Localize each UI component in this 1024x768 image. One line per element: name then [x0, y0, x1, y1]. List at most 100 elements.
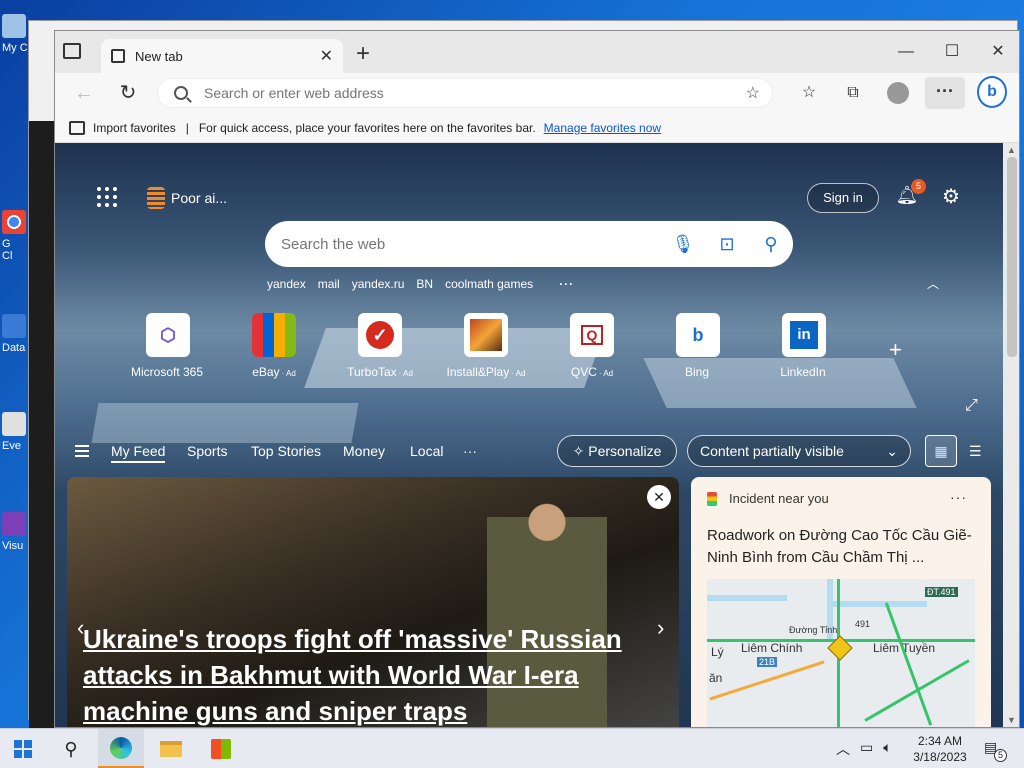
action-center-button[interactable]: ▤ 5 — [984, 739, 1007, 762]
personalize-button[interactable]: ✧ Personalize — [557, 435, 677, 467]
suggestion-item[interactable]: coolmath games — [445, 277, 533, 291]
back-button[interactable]: ← — [69, 79, 99, 107]
hero-news-card[interactable]: Ukraine's troops fight off 'massive' Rus… — [67, 477, 679, 727]
desktop-icon-label: Eve — [2, 440, 21, 452]
title-bar: New tab ✕ + — ☐ ✕ — [55, 31, 1019, 73]
quick-link-qvc[interactable]: Q QVC · Ad — [539, 313, 645, 379]
address-bar[interactable]: ☆ — [157, 78, 773, 108]
quick-link-bing[interactable]: b Bing — [645, 313, 751, 379]
hero-news-headline[interactable]: Ukraine's troops fight off 'massive' Rus… — [83, 621, 643, 727]
favorites-bar-message: For quick access, place your favorites h… — [198, 120, 536, 135]
quick-link-install-play[interactable]: Install&Play · Ad — [433, 313, 539, 379]
volume-icon[interactable]: 🔈︎ — [883, 739, 891, 759]
map-label: 21B — [757, 657, 778, 667]
page-settings-gear-icon[interactable]: ⚙ — [939, 185, 963, 209]
tab-title: New tab — [135, 48, 183, 64]
taskbar-search-icon[interactable]: ⚲ — [48, 729, 94, 768]
tab-money[interactable]: Money — [343, 443, 385, 459]
grid-layout-button[interactable]: ▦ — [925, 435, 957, 467]
web-search-input[interactable] — [281, 235, 661, 253]
taskbar-store-button[interactable] — [198, 729, 244, 768]
qvc-icon: Q — [570, 313, 614, 357]
carousel-prev-icon[interactable]: ‹ — [77, 615, 84, 641]
taskbar-file-explorer-button[interactable] — [148, 729, 194, 768]
weather-widget[interactable]: Poor ai... — [147, 187, 227, 209]
suggestion-item[interactable]: BN — [416, 277, 433, 291]
event-icon — [2, 412, 26, 436]
tab-close-icon[interactable]: ✕ — [320, 46, 333, 66]
taskbar-edge-button[interactable] — [98, 729, 144, 768]
tab-actions-button[interactable] — [63, 43, 83, 61]
content-visibility-value: Content partially visible — [700, 443, 844, 459]
favorites-button[interactable]: ☆ — [795, 81, 823, 105]
chrome-icon — [2, 210, 26, 234]
desktop-icon-label: Data — [2, 342, 26, 354]
suggestion-item[interactable]: yandex.ru — [352, 277, 405, 291]
scroll-down-icon[interactable]: ▼ — [1007, 715, 1016, 725]
minimize-button[interactable]: — — [883, 39, 929, 65]
scrollbar-thumb[interactable] — [1007, 157, 1017, 357]
quick-link-turbotax[interactable]: ✓ TurboTax · Ad — [327, 313, 433, 379]
tab-sports[interactable]: Sports — [187, 443, 227, 459]
add-quick-link-plus-icon[interactable]: + — [889, 337, 902, 363]
new-tab-button[interactable]: + — [349, 41, 377, 69]
notifications-button[interactable]: 🔔︎ 5 — [895, 179, 926, 209]
import-favorites-button[interactable]: Import favorites — [93, 121, 176, 135]
scroll-up-icon[interactable]: ▲ — [1007, 145, 1016, 155]
suggestions-more-button[interactable]: ··· — [559, 277, 574, 291]
card-more-options-icon[interactable]: ··· — [950, 489, 967, 505]
map-label: ĐT.491 — [925, 587, 958, 597]
traffic-incident-card[interactable]: Incident near you ··· Roadwork on Đường … — [691, 477, 991, 727]
collections-button[interactable]: ⧉ — [839, 81, 867, 105]
app-launcher-icon[interactable] — [97, 187, 117, 207]
feed-menu-hamburger-icon[interactable] — [75, 445, 89, 457]
quick-link-ebay[interactable]: eBay · Ad — [221, 313, 327, 379]
bing-chat-button[interactable]: b — [977, 76, 1007, 108]
traffic-map[interactable]: Liêm Chính Liêm Tuyền Lý Đường Tỉnh ĐT.4… — [707, 579, 975, 727]
add-favorite-icon[interactable]: ☆ — [746, 83, 760, 103]
tab-my-feed[interactable]: My Feed — [111, 443, 166, 463]
visual-search-icon[interactable]: ⊡ — [705, 234, 749, 255]
collapse-chevron-up-icon[interactable]: ︿ — [927, 275, 939, 292]
address-input[interactable] — [204, 85, 746, 101]
network-icon[interactable]: ▭ — [860, 739, 873, 759]
quick-link-label: TurboTax — [347, 365, 397, 379]
expand-background-icon[interactable]: ⤢ — [965, 397, 978, 415]
incident-title: Incident near you — [729, 491, 829, 506]
tab-local[interactable]: Local — [410, 443, 443, 459]
suggestion-item[interactable]: mail — [318, 277, 340, 291]
carousel-next-icon[interactable]: › — [657, 615, 664, 641]
feed-more-button[interactable]: ··· — [463, 443, 477, 459]
tray-overflow-chevron-icon[interactable]: ︿ — [836, 739, 850, 759]
suggestion-item[interactable]: yandex — [267, 277, 306, 291]
list-layout-button[interactable]: ☰ — [969, 443, 985, 459]
microsoft-365-icon: ⬡ — [146, 313, 190, 357]
store-icon — [211, 739, 231, 759]
start-button[interactable] — [0, 729, 46, 768]
maximize-button[interactable]: ☐ — [929, 39, 975, 65]
personalize-label: Personalize — [588, 443, 662, 459]
visual-studio-icon — [2, 512, 26, 536]
search-submit-icon[interactable]: ⚲ — [749, 234, 793, 255]
content-visibility-select[interactable]: Content partially visible ⌄ — [687, 435, 911, 467]
quick-link-label: QVC — [570, 365, 597, 379]
web-search-box[interactable]: 🎙︎ ⊡ ⚲ — [265, 221, 793, 267]
quick-link-linkedin[interactable]: in LinkedIn — [751, 313, 857, 379]
page-scrollbar[interactable]: ▲ ▼ — [1003, 143, 1019, 727]
profile-avatar[interactable] — [887, 82, 909, 104]
search-icon — [174, 86, 188, 100]
system-clock[interactable]: 2:34 AM 3/18/2023 — [908, 733, 972, 765]
close-window-button[interactable]: ✕ — [975, 39, 1019, 65]
dismiss-card-close-icon[interactable]: ✕ — [647, 485, 671, 509]
sign-in-button[interactable]: Sign in — [807, 183, 879, 213]
settings-more-button[interactable]: ··· — [925, 77, 965, 109]
weather-label: Poor ai... — [171, 190, 228, 206]
notification-badge: 5 — [911, 179, 926, 194]
tab-new-tab[interactable]: New tab ✕ — [101, 39, 343, 73]
quick-link-microsoft-365[interactable]: ⬡ Microsoft 365 — [115, 313, 221, 379]
microphone-icon[interactable]: 🎙︎ — [661, 234, 705, 255]
manage-favorites-link[interactable]: Manage favorites now — [544, 121, 661, 135]
refresh-button[interactable]: ↻ — [113, 79, 143, 107]
incident-description[interactable]: Roadwork on Đường Cao Tốc Cầu Giẽ-Ninh B… — [707, 525, 977, 569]
tab-top-stories[interactable]: Top Stories — [251, 443, 321, 459]
